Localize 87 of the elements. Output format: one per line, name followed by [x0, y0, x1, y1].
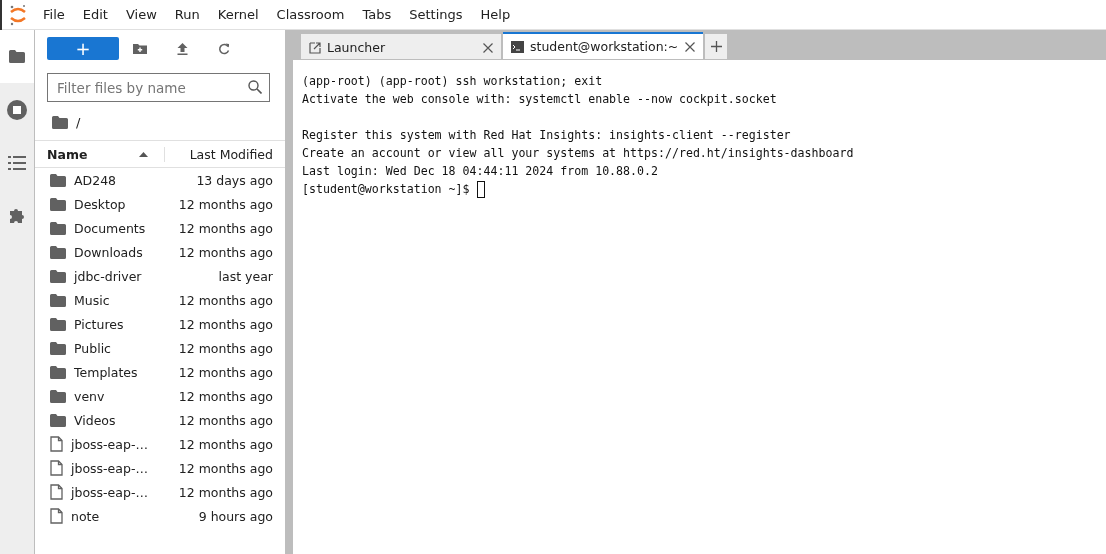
plus-icon — [710, 41, 722, 52]
terminal-line: (app-root) (app-root) ssh workstation; exit — [302, 73, 603, 90]
tab[interactable]: student@workstation:~ — [503, 32, 703, 59]
tab[interactable]: Launcher — [301, 34, 501, 59]
search-icon — [248, 80, 262, 94]
modified-time: 13 days ago — [196, 172, 273, 188]
file-name[interactable]: jboss-eap-… — [71, 460, 148, 476]
file-name[interactable]: jboss-eap-… — [71, 436, 148, 452]
file-name[interactable]: jdbc-driver — [74, 268, 142, 284]
terminal-prompt: [student@workstation ~]$ — [302, 181, 470, 198]
menu-item[interactable]: Run — [165, 7, 209, 22]
folder-icon — [50, 269, 66, 283]
menu-item[interactable]: Edit — [73, 7, 117, 22]
folder-icon — [50, 317, 66, 331]
modified-time: 12 months ago — [178, 484, 273, 500]
file-name[interactable]: jboss-eap-… — [71, 484, 148, 500]
folder-icon — [50, 245, 66, 259]
sidebar-tab[interactable] — [0, 30, 34, 83]
terminal-line: Create an account or view all your systems at https://red.ht/insights-dashboard — [302, 145, 854, 162]
folder-icon — [50, 197, 66, 211]
menu-item[interactable]: Tabs — [353, 7, 401, 22]
menu-item[interactable]: Help — [471, 7, 520, 22]
modified-time: 12 months ago — [178, 436, 273, 452]
file-icon — [50, 508, 63, 524]
modified-time: 9 hours ago — [198, 508, 273, 524]
modified-time: 12 months ago — [178, 460, 273, 476]
close-icon[interactable] — [685, 41, 695, 52]
stop-icon — [7, 99, 27, 120]
modified-time: 12 months ago — [178, 364, 273, 380]
menu-item[interactable]: Kernel — [208, 7, 268, 22]
folder-icon — [50, 173, 66, 187]
new-folder-icon[interactable] — [133, 43, 147, 54]
modified-time: last year — [218, 268, 273, 284]
modified-time: 12 months ago — [178, 412, 273, 428]
file-icon — [50, 460, 63, 476]
menu-item[interactable]: File — [34, 7, 74, 22]
file-name[interactable]: Public — [74, 340, 111, 356]
folder-icon — [50, 221, 66, 235]
column-header[interactable]: Last Modified — [189, 146, 273, 162]
folder-icon — [50, 413, 66, 427]
modified-time: 12 months ago — [178, 340, 273, 356]
file-icon — [50, 436, 63, 452]
file-icon — [50, 484, 63, 500]
modified-time: 12 months ago — [178, 244, 273, 260]
splitter-handle[interactable] — [285, 30, 293, 554]
menu-item[interactable]: Classroom — [267, 7, 354, 22]
upload-icon[interactable] — [176, 42, 188, 55]
folder-icon — [50, 365, 66, 379]
breadcrumb[interactable]: / — [76, 114, 81, 130]
menu-item[interactable]: View — [116, 7, 166, 22]
folder-icon — [50, 293, 66, 307]
file-name[interactable]: Documents — [74, 220, 146, 236]
modified-time: 12 months ago — [178, 220, 273, 236]
file-name[interactable]: Videos — [74, 412, 116, 428]
folder-icon — [50, 389, 66, 403]
close-icon[interactable] — [483, 42, 493, 53]
modified-time: 12 months ago — [178, 388, 273, 404]
new-launcher-button[interactable]: + — [47, 37, 119, 60]
file-name[interactable]: Desktop — [74, 196, 126, 212]
list-icon — [8, 155, 26, 170]
terminal-line: Last login: Wed Dec 18 04:44:11 2024 from 10.88.0.2 — [302, 163, 658, 180]
refresh-icon[interactable] — [218, 42, 230, 55]
file-name[interactable]: Downloads — [74, 244, 143, 260]
logo-icon[interactable] — [9, 3, 27, 26]
modified-time: 12 months ago — [178, 292, 273, 308]
file-name[interactable]: Templates — [74, 364, 138, 380]
add-tab-button[interactable] — [705, 34, 727, 59]
puzzle-icon — [8, 206, 26, 225]
sort-ascending-icon — [139, 151, 148, 157]
file-name[interactable]: Music — [74, 292, 110, 308]
modified-time: 12 months ago — [178, 316, 273, 332]
folder-icon — [50, 341, 66, 355]
terminal-cursor — [476, 180, 485, 198]
folder-icon — [52, 115, 68, 129]
file-name[interactable]: note — [71, 508, 100, 524]
terminal-line: Activate the web console with: systemctl enable --now cockpit.socket — [302, 91, 777, 108]
filter-field[interactable]: Filter files by name — [47, 73, 270, 102]
terminal-line: Register this system with Red Hat Insights: insights-client --register — [302, 127, 791, 144]
file-name[interactable]: AD248 — [74, 172, 117, 188]
terminal-icon — [511, 40, 524, 53]
folder-icon — [9, 50, 25, 63]
column-header[interactable]: Name — [47, 146, 88, 162]
modified-time: 12 months ago — [178, 196, 273, 212]
file-name[interactable]: venv — [74, 388, 105, 404]
external-link-icon — [309, 41, 321, 54]
menu-item[interactable]: Settings — [400, 7, 472, 22]
file-name[interactable]: Pictures — [74, 316, 124, 332]
